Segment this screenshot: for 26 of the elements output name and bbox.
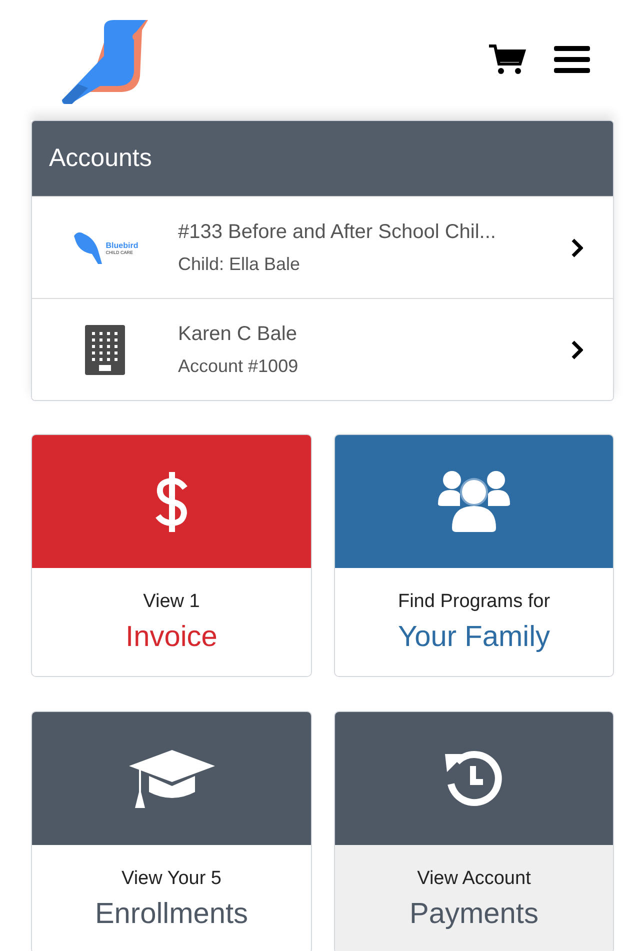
shortcut-tile[interactable]: View Account Payments: [334, 711, 614, 951]
chevron-right-icon: [571, 340, 583, 360]
building-icon: [85, 324, 125, 374]
account-subtitle: Account #1009: [178, 356, 300, 376]
account-subtitle: Child: Ella Bale: [178, 254, 302, 274]
tile-caption: View 1: [143, 590, 200, 612]
account-row[interactable]: Karen C Bale Account #1009: [32, 298, 613, 400]
tile-title: Enrollments: [94, 898, 248, 930]
graduation-cap-icon: [128, 748, 214, 810]
shortcut-tile[interactable]: View 1 Invoice: [31, 434, 312, 677]
chevron-right-icon: [571, 238, 583, 258]
account-title: #133 Before and After School Chil...: [178, 220, 497, 244]
accounts-header: Accounts: [32, 121, 613, 196]
tile-title: Your Family: [398, 620, 550, 654]
dollar-icon: [154, 470, 188, 534]
tile-title: Invoice: [126, 620, 218, 654]
shortcut-tile[interactable]: View Your 5 Enrollments: [31, 711, 312, 951]
shortcut-tile[interactable]: Find Programs for Your Family: [334, 434, 614, 677]
account-title: Karen C Bale: [178, 322, 298, 346]
people-icon: [438, 470, 510, 534]
menu-icon[interactable]: [554, 45, 590, 75]
tile-caption: View Account: [417, 868, 531, 890]
tile-title: Payments: [410, 898, 538, 930]
tile-caption: Find Programs for: [398, 590, 550, 612]
cart-icon[interactable]: [488, 44, 526, 76]
tile-caption: View Your 5: [121, 868, 222, 890]
